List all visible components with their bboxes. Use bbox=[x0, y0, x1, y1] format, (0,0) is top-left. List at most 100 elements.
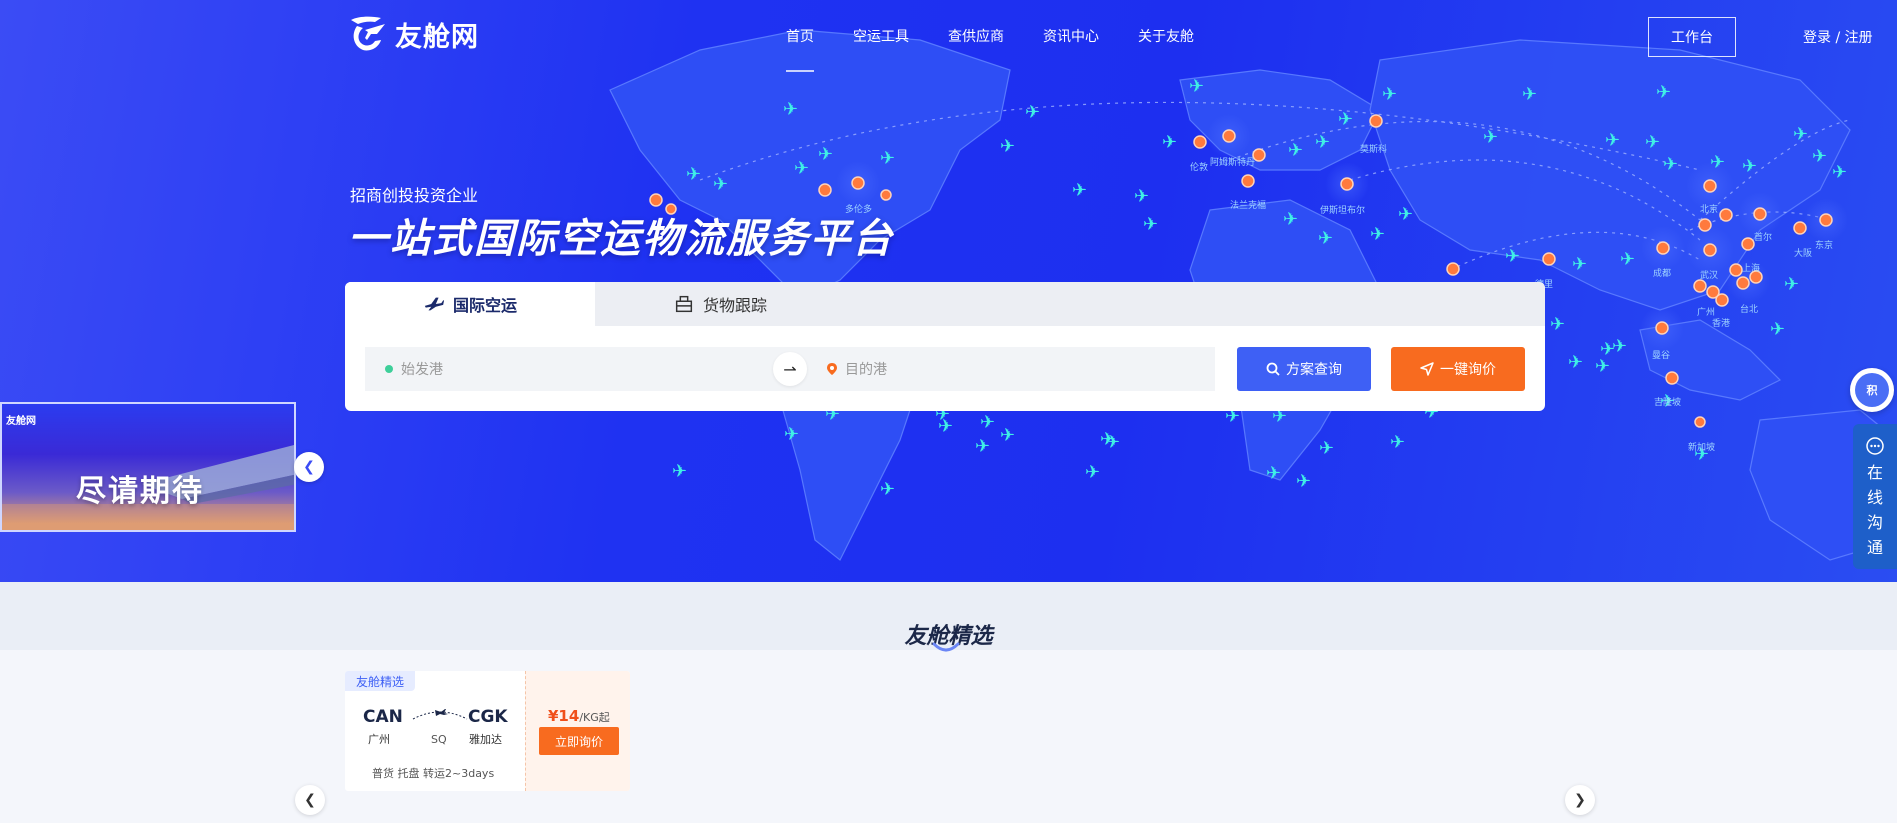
svg-text:✈: ✈ bbox=[1105, 432, 1120, 453]
svg-text:✈: ✈ bbox=[975, 436, 990, 457]
svg-text:✈: ✈ bbox=[1000, 136, 1015, 157]
hero-title: 一站式国际空运物流服务平台 bbox=[348, 216, 894, 262]
chat-label-char: 线 bbox=[1866, 488, 1883, 507]
price-unit: /KG起 bbox=[579, 711, 610, 724]
tab-cargo-tracking[interactable]: 货物跟踪 bbox=[595, 282, 845, 326]
svg-text:✈: ✈ bbox=[1656, 82, 1671, 103]
card-price: ¥14/KG起 bbox=[548, 706, 610, 725]
search-panel: 国际空运 货物跟踪 始发港 ⇀ 目的港 方案查询 一键询价 bbox=[345, 282, 1545, 411]
svg-text:成都: 成都 bbox=[1653, 267, 1671, 279]
chat-label-char: 沟 bbox=[1866, 513, 1883, 532]
brand-logo[interactable]: 友舱网 bbox=[345, 14, 479, 54]
svg-text:✈: ✈ bbox=[784, 424, 799, 445]
svg-text:✈: ✈ bbox=[1645, 132, 1660, 153]
tab-label: 货物跟踪 bbox=[702, 296, 767, 315]
svg-text:✈: ✈ bbox=[1296, 471, 1311, 492]
origin-code: CAN bbox=[363, 707, 403, 727]
card-price-box: ¥14/KG起 立即询价 bbox=[525, 671, 630, 791]
svg-text:✈: ✈ bbox=[1550, 314, 1565, 335]
svg-text:伊斯坦布尔: 伊斯坦布尔 bbox=[1320, 204, 1365, 216]
svg-text:✈: ✈ bbox=[672, 461, 687, 482]
origin-placeholder: 始发港 bbox=[401, 362, 443, 378]
svg-text:阿姆斯特丹: 阿姆斯特丹 bbox=[1210, 156, 1255, 168]
tab-label: 国际空运 bbox=[452, 296, 517, 315]
svg-text:吉隆坡: 吉隆坡 bbox=[1654, 396, 1681, 408]
svg-text:北京: 北京 bbox=[1700, 203, 1718, 215]
price-value: ¥14 bbox=[548, 707, 580, 725]
chat-label-char: 通 bbox=[1866, 538, 1883, 557]
plan-query-button[interactable]: 方案查询 bbox=[1237, 347, 1371, 391]
origin-city: 广州 bbox=[368, 733, 390, 746]
online-chat-button[interactable]: 在 线 沟 通 bbox=[1853, 424, 1897, 569]
swap-ports-button[interactable]: ⇀ bbox=[773, 352, 807, 386]
svg-text:✈: ✈ bbox=[1793, 124, 1808, 145]
ask-now-button[interactable]: 立即询价 bbox=[539, 727, 619, 755]
one-click-quote-button[interactable]: 一键询价 bbox=[1391, 347, 1525, 391]
svg-text:东京: 东京 bbox=[1815, 239, 1833, 251]
brand-logo-icon bbox=[351, 16, 385, 51]
svg-text:伦敦: 伦敦 bbox=[1190, 161, 1208, 173]
svg-text:✈: ✈ bbox=[1483, 127, 1498, 148]
svg-text:首尔: 首尔 bbox=[1754, 231, 1772, 243]
svg-text:台北: 台北 bbox=[1740, 303, 1758, 315]
svg-text:✈: ✈ bbox=[1710, 152, 1725, 173]
selection-card[interactable]: 友舱精选 CAN 广州 SQ CGK 雅加达 普货 托盘 转运2~3days ¥… bbox=[345, 671, 630, 791]
svg-text:✈: ✈ bbox=[980, 412, 995, 433]
svg-text:✈: ✈ bbox=[818, 144, 833, 165]
package-icon bbox=[675, 295, 693, 313]
nav-item-suppliers[interactable]: 查供应商 bbox=[948, 26, 1004, 46]
svg-text:✈: ✈ bbox=[1505, 246, 1520, 267]
svg-text:上海: 上海 bbox=[1742, 262, 1760, 274]
search-tabs: 国际空运 货物跟踪 bbox=[345, 282, 1545, 326]
svg-text:✈: ✈ bbox=[1832, 162, 1847, 183]
carousel-next-button[interactable]: ❯ bbox=[1565, 785, 1595, 815]
workbench-button[interactable]: 工作台 bbox=[1648, 17, 1736, 57]
destination-city: 雅加达 bbox=[469, 733, 502, 746]
destination-port-field[interactable]: 目的港 bbox=[807, 359, 1215, 379]
one-click-quote-label: 一键询价 bbox=[1440, 362, 1496, 378]
card-route: CAN 广州 SQ CGK 雅加达 bbox=[363, 707, 538, 763]
svg-text:✈: ✈ bbox=[1283, 209, 1298, 230]
svg-text:✈: ✈ bbox=[1620, 249, 1635, 270]
nav-item-news[interactable]: 资讯中心 bbox=[1043, 26, 1099, 46]
origin-port-field[interactable]: 始发港 bbox=[365, 359, 773, 379]
svg-text:曼谷: 曼谷 bbox=[1652, 350, 1670, 361]
main-nav: 首页 空运工具 查供应商 资讯中心 关于友舱 bbox=[786, 26, 1233, 72]
chat-bubble-icon bbox=[1866, 437, 1884, 455]
destination-code: CGK bbox=[468, 707, 508, 727]
svg-text:✈: ✈ bbox=[880, 148, 895, 169]
svg-text:✈: ✈ bbox=[880, 479, 895, 500]
svg-text:✈: ✈ bbox=[1072, 180, 1087, 201]
carousel-prev-button[interactable]: ❮ bbox=[295, 785, 325, 815]
airline-code: SQ bbox=[431, 733, 447, 746]
flight-arc-icon bbox=[412, 709, 468, 720]
title-underline-decoration bbox=[932, 642, 960, 652]
login-register-link[interactable]: 登录 / 注册 bbox=[1803, 27, 1873, 47]
location-pin-icon bbox=[827, 363, 837, 375]
svg-text:香港: 香港 bbox=[1712, 317, 1730, 329]
tab-international-air[interactable]: 国际空运 bbox=[345, 282, 595, 326]
svg-text:✈: ✈ bbox=[783, 99, 798, 120]
svg-text:✈: ✈ bbox=[794, 158, 809, 179]
promo-banner[interactable]: 友舱网 尽请期待 bbox=[0, 402, 296, 532]
nav-item-home[interactable]: 首页 bbox=[786, 26, 814, 72]
svg-text:✈: ✈ bbox=[1572, 254, 1587, 275]
promo-prev-button[interactable]: ❮ bbox=[294, 452, 324, 482]
svg-text:✈: ✈ bbox=[1663, 154, 1678, 175]
svg-text:✈: ✈ bbox=[1085, 462, 1100, 483]
svg-text:✈: ✈ bbox=[1143, 214, 1158, 235]
svg-text:✈: ✈ bbox=[1605, 130, 1620, 151]
points-float-button[interactable]: 积 bbox=[1850, 368, 1894, 412]
nav-item-about[interactable]: 关于友舱 bbox=[1138, 26, 1194, 46]
svg-text:✈: ✈ bbox=[1338, 109, 1353, 130]
airplane-icon bbox=[424, 297, 445, 311]
card-cargo-info: 普货 托盘 转运2~3days bbox=[372, 767, 495, 780]
card-tag: 友舱精选 bbox=[345, 671, 416, 691]
svg-text:✈: ✈ bbox=[1370, 224, 1385, 245]
svg-text:✈: ✈ bbox=[1382, 84, 1397, 105]
svg-text:武汉: 武汉 bbox=[1700, 269, 1718, 281]
svg-text:✈: ✈ bbox=[1315, 132, 1330, 153]
svg-text:✈: ✈ bbox=[686, 164, 701, 185]
nav-item-air-tools[interactable]: 空运工具 bbox=[853, 26, 909, 46]
brand-name: 友舱网 bbox=[395, 21, 479, 53]
